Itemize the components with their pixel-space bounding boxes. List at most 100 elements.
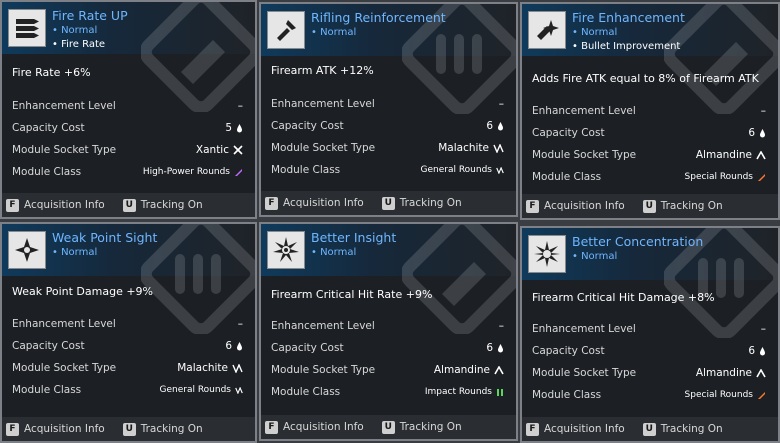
- key-u-icon: U: [381, 196, 395, 210]
- acquisition-info-button[interactable]: F Acquisition Info: [526, 422, 625, 436]
- capacity-drop-icon: [759, 128, 766, 138]
- enhancement-level-label: Enhancement Level: [271, 98, 375, 110]
- enhancement-level-label: Enhancement Level: [12, 318, 116, 330]
- acquisition-info-label: Acquisition Info: [544, 200, 625, 212]
- module-class-value-group: Special Rounds: [685, 172, 766, 182]
- module-name: Fire Rate UP: [52, 8, 128, 23]
- module-socket-type-value-group: Xantic: [196, 144, 243, 156]
- malachite-socket-icon: [232, 363, 243, 373]
- module-class-row: Module Class Special Rounds: [532, 169, 766, 185]
- tracking-button[interactable]: U Tracking On: [122, 198, 203, 212]
- enhancement-level-value: –: [498, 98, 504, 110]
- module-class-value-group: High-Power Rounds: [143, 167, 243, 177]
- module-card[interactable]: Fire Enhancement • Normal • Bullet Improve…: [520, 2, 780, 220]
- module-class-value-group: General Rounds: [421, 165, 505, 175]
- module-icon: [528, 11, 566, 49]
- module-class-label: Module Class: [271, 386, 341, 398]
- key-f-icon: F: [526, 199, 539, 213]
- tracking-button[interactable]: U Tracking On: [381, 420, 462, 434]
- module-card[interactable]: Weak Point Sight • Normal Weak Point Damag…: [0, 222, 257, 443]
- socket-type-value: Almandine: [433, 364, 490, 376]
- socket-type-value: Xantic: [195, 144, 229, 156]
- module-class-row: Module Class Special Rounds: [532, 387, 766, 403]
- enhancement-level-label: Enhancement Level: [271, 320, 375, 332]
- tracking-label: Tracking On: [660, 423, 723, 435]
- tracking-label: Tracking On: [399, 421, 462, 433]
- tracking-label: Tracking On: [660, 200, 723, 212]
- acquisition-info-button[interactable]: F Acquisition Info: [265, 196, 364, 210]
- almandine-socket-icon: [756, 368, 766, 378]
- enhancement-level-value-group: –: [238, 318, 243, 330]
- module-class-value: General Rounds: [159, 385, 232, 395]
- card-footer: F Acquisition Info U Tracking On: [261, 191, 516, 215]
- module-socket-type-row: Module Socket Type Almandine: [532, 147, 766, 163]
- enhancement-level-row: Enhancement Level –: [271, 96, 504, 112]
- acquisition-info-label: Acquisition Info: [24, 423, 105, 435]
- general-rounds-icon: [235, 386, 243, 394]
- module-card[interactable]: Better Concentration • Normal Firearm Crit…: [520, 226, 780, 443]
- capacity-cost-label: Capacity Cost: [271, 342, 344, 354]
- enhancement-level-label: Enhancement Level: [532, 105, 636, 117]
- module-effect: Firearm Critical Hit Damage +8%: [532, 291, 715, 304]
- card-footer: F Acquisition Info U Tracking On: [522, 417, 778, 441]
- tracking-button[interactable]: U Tracking On: [381, 196, 462, 210]
- socket-type-value: Malachite: [177, 362, 228, 374]
- capacity-drop-icon: [497, 343, 504, 353]
- module-card[interactable]: Fire Rate UP • Normal • Fire Rate Fire Rate…: [0, 0, 257, 219]
- module-icon: [267, 231, 305, 269]
- capacity-cost-label: Capacity Cost: [12, 340, 85, 352]
- key-u-icon: U: [122, 422, 136, 436]
- module-class-label: Module Class: [532, 389, 602, 401]
- key-u-icon: U: [642, 199, 656, 213]
- tracking-button[interactable]: U Tracking On: [122, 422, 203, 436]
- tracking-button[interactable]: U Tracking On: [642, 422, 723, 436]
- key-u-icon: U: [381, 420, 395, 434]
- tracking-button[interactable]: U Tracking On: [642, 199, 723, 213]
- capacity-cost-value: 6: [748, 127, 755, 139]
- module-class-value-group: General Rounds: [160, 385, 244, 395]
- acquisition-info-button[interactable]: F Acquisition Info: [265, 420, 364, 434]
- module-name: Fire Enhancement: [572, 10, 685, 25]
- capacity-cost-value: 6: [225, 340, 232, 352]
- acquisition-info-button[interactable]: F Acquisition Info: [6, 422, 105, 436]
- module-socket-type-label: Module Socket Type: [12, 144, 117, 156]
- capacity-cost-label: Capacity Cost: [271, 120, 344, 132]
- tracking-label: Tracking On: [399, 197, 462, 209]
- capacity-cost-value-group: 6: [748, 127, 766, 139]
- module-socket-type-label: Module Socket Type: [12, 362, 117, 374]
- card-footer: F Acquisition Info U Tracking On: [522, 194, 778, 218]
- capacity-cost-row: Capacity Cost 6: [271, 340, 504, 356]
- special-rounds-icon: [757, 173, 766, 182]
- module-socket-type-row: Module Socket Type Malachite: [271, 140, 504, 156]
- module-socket-type-label: Module Socket Type: [271, 364, 376, 376]
- card-footer: F Acquisition Info U Tracking On: [2, 193, 255, 217]
- module-card[interactable]: Rifling Reinforcement • Normal Firearm ATK…: [259, 2, 518, 217]
- key-f-icon: F: [6, 198, 19, 212]
- module-socket-type-row: Module Socket Type Xantic: [12, 142, 243, 158]
- enhancement-level-value: –: [237, 318, 243, 330]
- card-footer: F Acquisition Info U Tracking On: [2, 417, 255, 441]
- module-effect: Weak Point Damage +9%: [12, 285, 153, 298]
- capacity-cost-value: 6: [748, 345, 755, 357]
- acquisition-info-label: Acquisition Info: [283, 197, 364, 209]
- capacity-cost-label: Capacity Cost: [532, 345, 605, 357]
- xantic-socket-icon: [233, 145, 243, 155]
- almandine-socket-icon: [494, 365, 504, 375]
- capacity-cost-value: 6: [486, 120, 493, 132]
- module-class-row: Module Class Impact Rounds: [271, 384, 504, 400]
- module-card[interactable]: Better Insight • Normal Firearm Critical H…: [259, 222, 518, 441]
- key-f-icon: F: [526, 422, 539, 436]
- acquisition-info-button[interactable]: F Acquisition Info: [526, 199, 625, 213]
- enhancement-level-value-group: –: [238, 100, 243, 112]
- capacity-cost-value-group: 6: [225, 340, 243, 352]
- capacity-cost-row: Capacity Cost 6: [271, 118, 504, 134]
- capacity-cost-label: Capacity Cost: [532, 127, 605, 139]
- module-socket-type-row: Module Socket Type Malachite: [12, 360, 243, 376]
- acquisition-info-button[interactable]: F Acquisition Info: [6, 198, 105, 212]
- enhancement-level-value: –: [760, 323, 766, 335]
- impact-rounds-icon: [496, 388, 504, 397]
- module-class-value-group: Special Rounds: [685, 390, 766, 400]
- capacity-cost-value-group: 6: [486, 342, 504, 354]
- enhancement-level-row: Enhancement Level –: [532, 103, 766, 119]
- module-socket-type-value-group: Almandine: [696, 149, 766, 161]
